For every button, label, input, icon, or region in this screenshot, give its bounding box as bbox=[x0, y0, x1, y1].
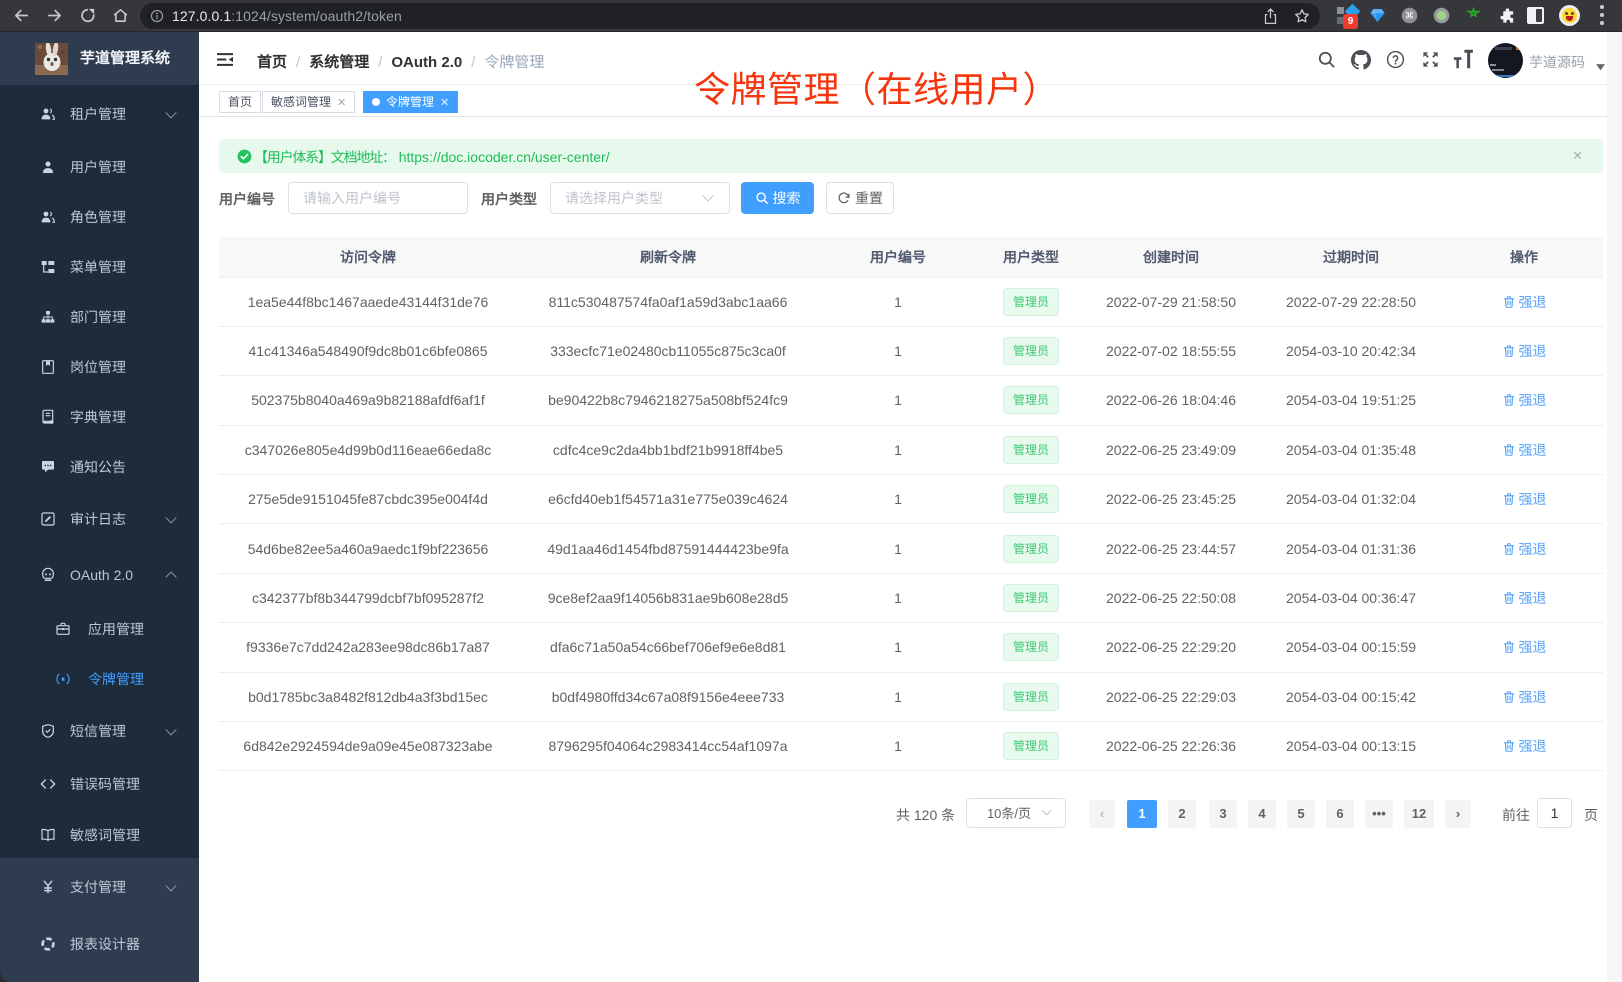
svg-text:a: a bbox=[61, 677, 65, 683]
svg-text:⌘: ⌘ bbox=[1405, 11, 1414, 21]
